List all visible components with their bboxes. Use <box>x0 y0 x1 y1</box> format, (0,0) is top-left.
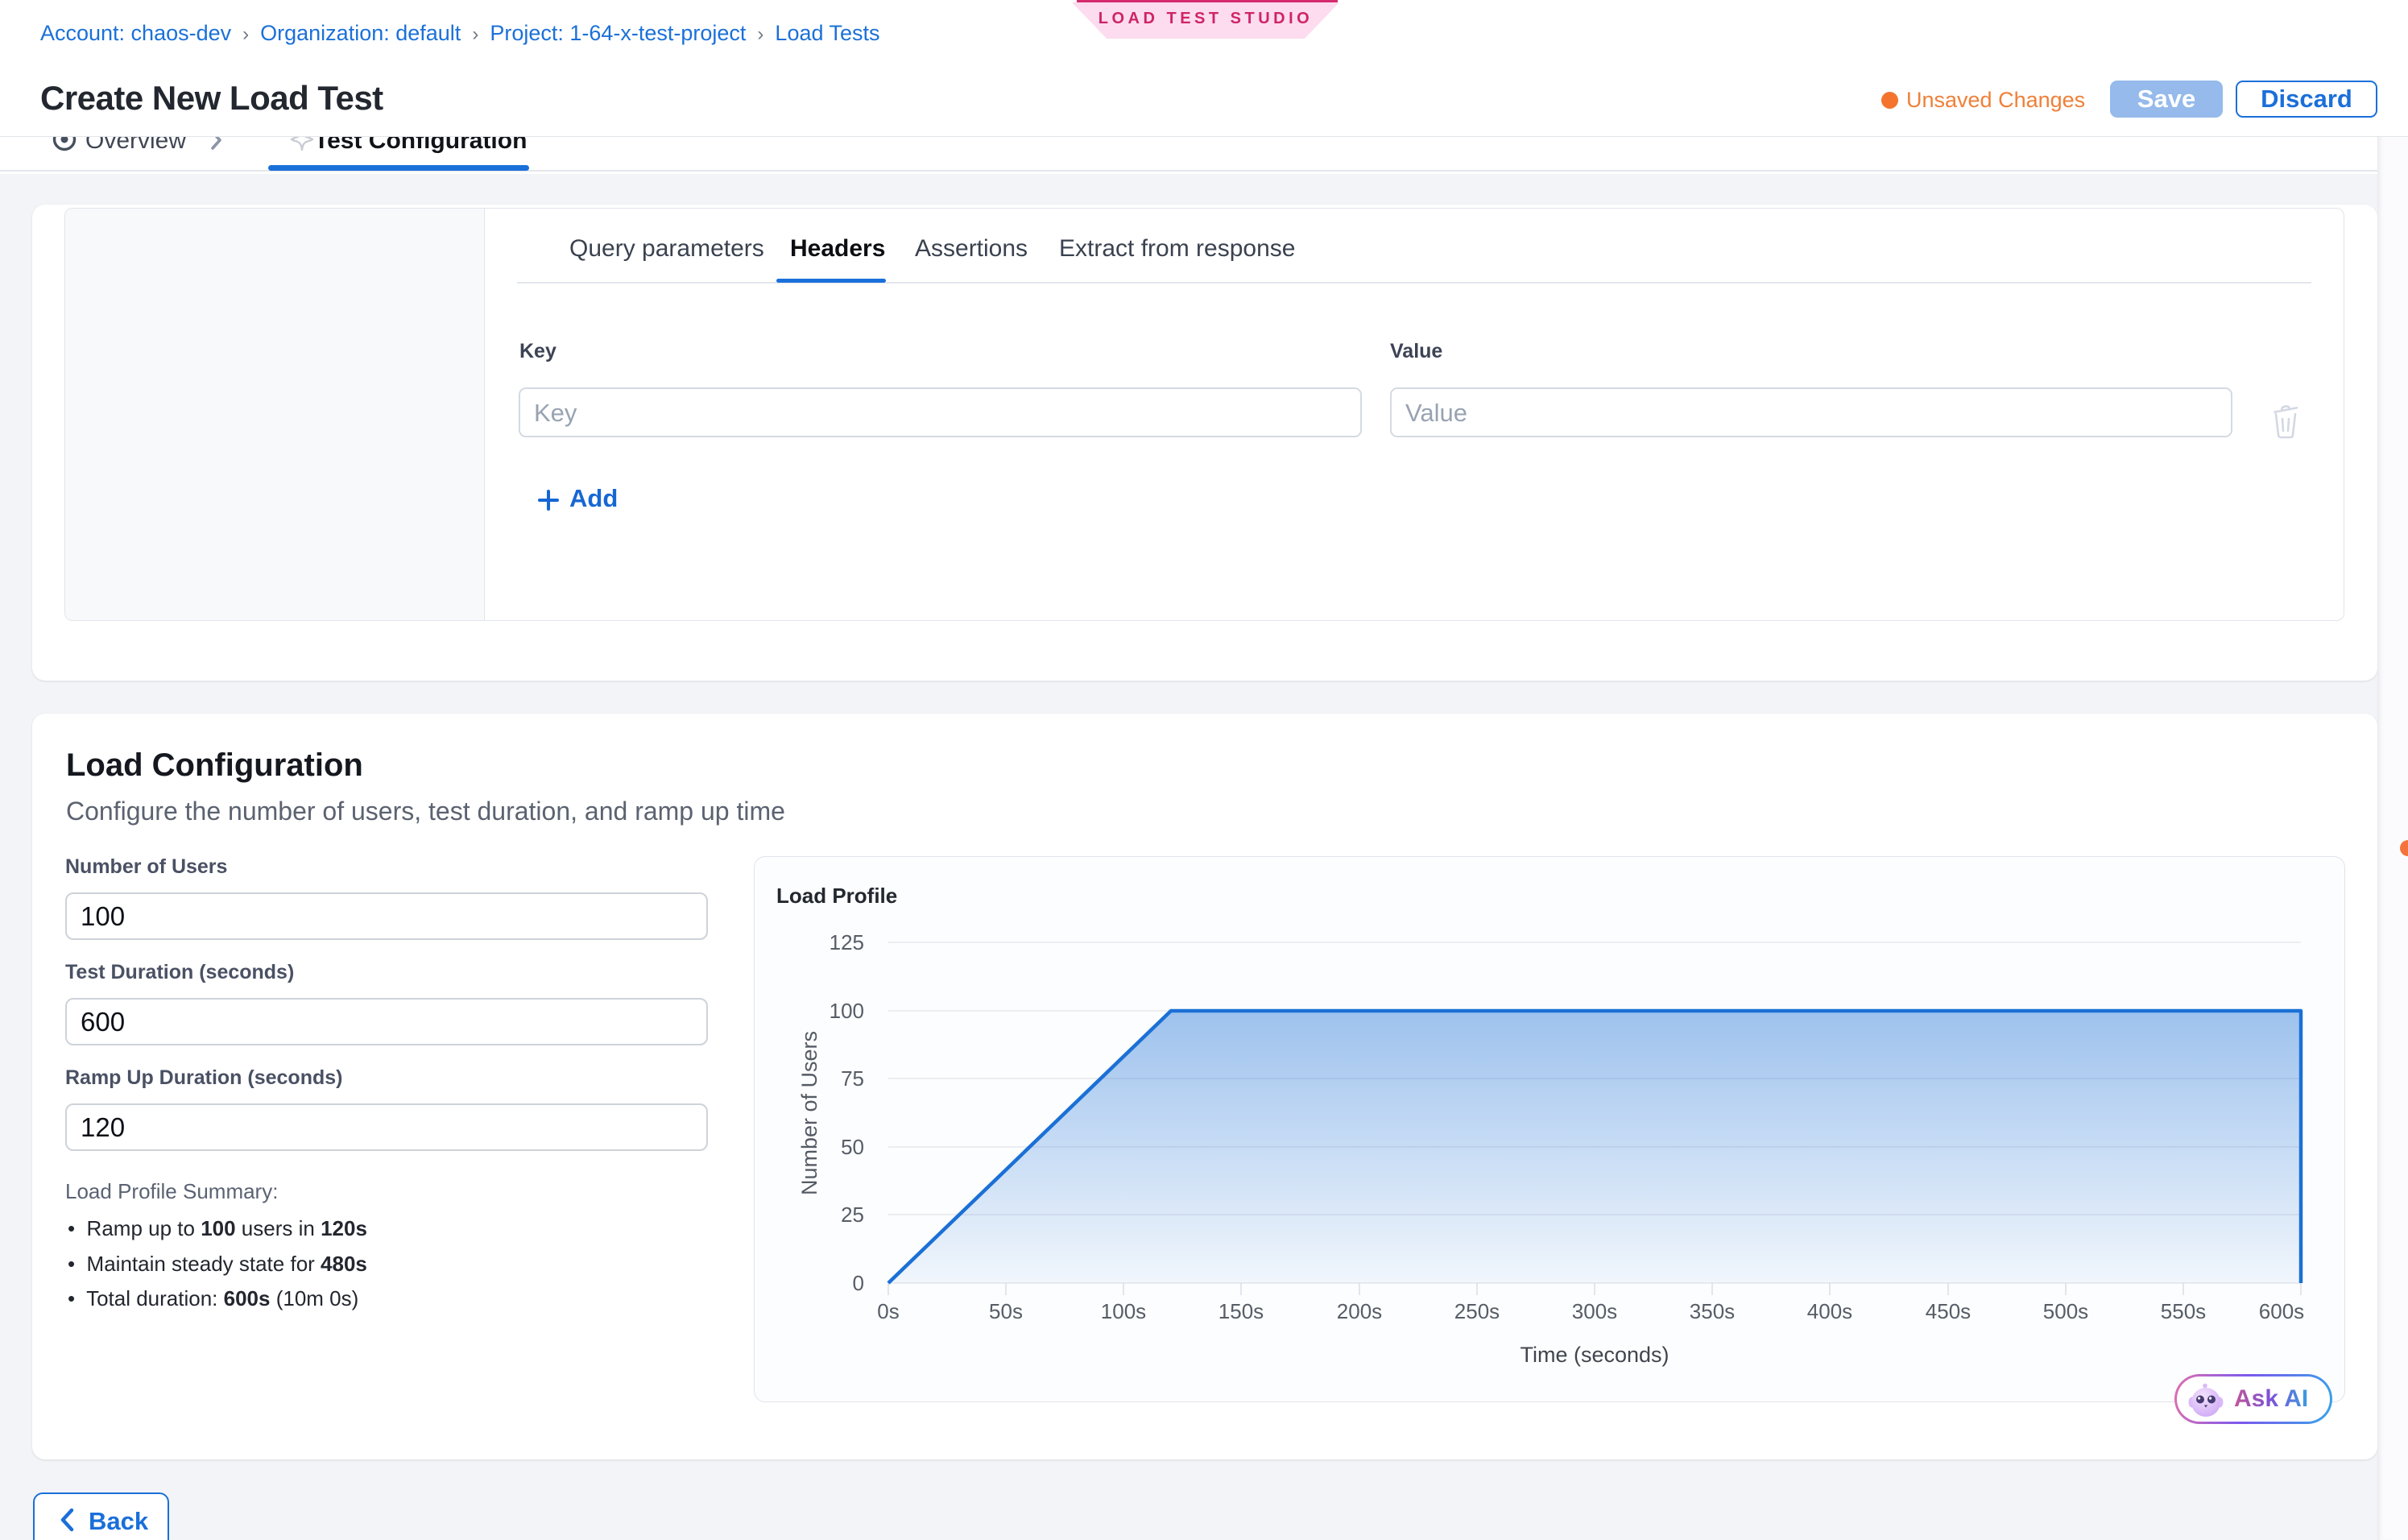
svg-text:25: 25 <box>841 1203 864 1227</box>
svg-text:0: 0 <box>853 1271 864 1295</box>
svg-text:350s: 350s <box>1690 1299 1735 1323</box>
svg-text:125: 125 <box>830 930 864 954</box>
svg-text:300s: 300s <box>1572 1299 1617 1323</box>
svg-text:250s: 250s <box>1454 1299 1500 1323</box>
svg-text:200s: 200s <box>1337 1299 1382 1323</box>
svg-text:50: 50 <box>841 1135 864 1159</box>
svg-text:450s: 450s <box>1926 1299 1971 1323</box>
svg-text:75: 75 <box>841 1066 864 1091</box>
svg-text:500s: 500s <box>2043 1299 2088 1323</box>
svg-text:150s: 150s <box>1218 1299 1264 1323</box>
svg-text:Time (seconds): Time (seconds) <box>1520 1343 1669 1367</box>
svg-text:50s: 50s <box>989 1299 1023 1323</box>
svg-text:600s: 600s <box>2259 1299 2304 1323</box>
svg-text:Number of Users: Number of Users <box>797 1031 821 1195</box>
svg-text:100: 100 <box>830 999 864 1023</box>
svg-text:400s: 400s <box>1807 1299 1852 1323</box>
svg-text:100s: 100s <box>1101 1299 1146 1323</box>
svg-text:0s: 0s <box>877 1299 899 1323</box>
svg-text:550s: 550s <box>2161 1299 2206 1323</box>
